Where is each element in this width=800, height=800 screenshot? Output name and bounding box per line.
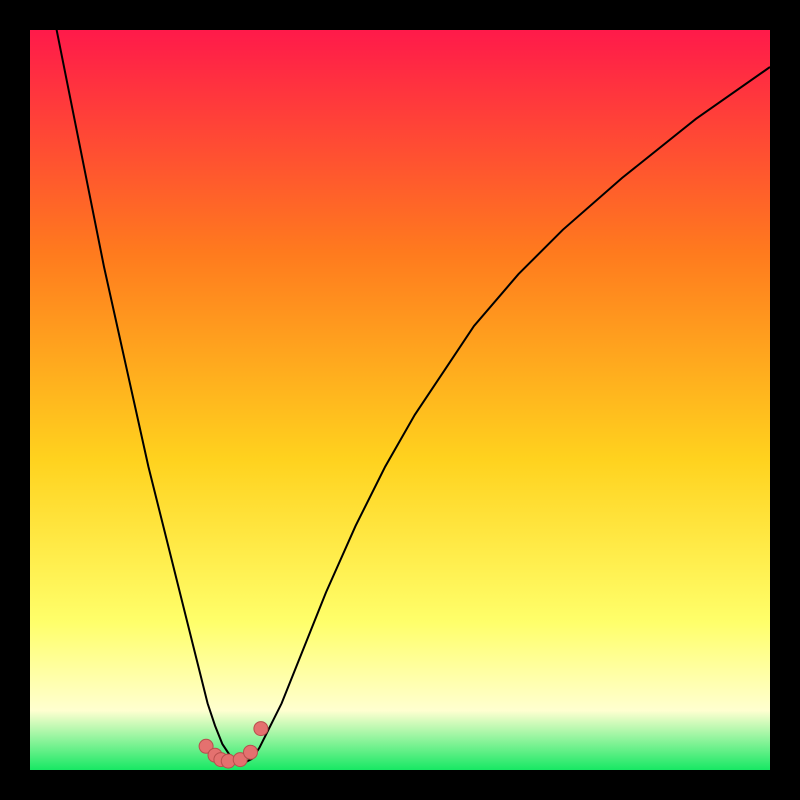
gradient-background: [30, 30, 770, 770]
chart-frame: TheBottleneck.com: [30, 30, 770, 770]
sweet-spot-marker: [244, 745, 258, 759]
bottleneck-chart: [30, 30, 770, 770]
sweet-spot-marker: [254, 722, 268, 736]
